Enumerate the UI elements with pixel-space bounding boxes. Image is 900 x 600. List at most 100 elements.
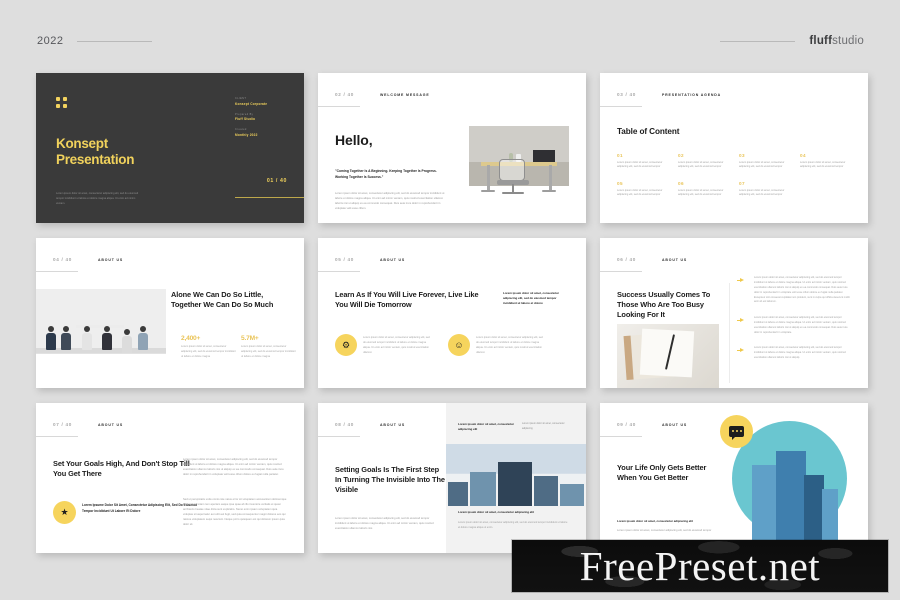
toc-item[interactable]: 06 Lorem ipsum dolor sit amet, consectet…: [678, 181, 731, 198]
person-shape: [61, 326, 71, 350]
stat-desc: Lorem ipsum dolor sit amet, consectetur …: [181, 345, 236, 358]
person-shape: [138, 326, 148, 350]
feature-text: Lorem ipsum dolor sit amet, consectetur …: [363, 336, 430, 354]
slide-thumbnail-09[interactable]: 09 / 40 ABOUT US Your Life Only Gets Bet…: [600, 403, 868, 553]
briefcase-icon: ⚙: [335, 334, 357, 356]
slide-page-number: 02 / 40: [335, 92, 354, 97]
slide-thumbnail-08[interactable]: Lorem ipsum dolor sit amet, consectetur …: [318, 403, 586, 553]
toc-number: 02: [678, 153, 684, 158]
slide-thumbnail-07[interactable]: 07 / 40 ABOUT US Set Your Goals High, An…: [36, 403, 304, 553]
people-glyph: ☺: [454, 339, 464, 350]
slide-page-number: 01 / 40: [266, 178, 287, 184]
header-left-rule: [77, 40, 153, 42]
slide-thumbnail-01[interactable]: Konsept Presentation Lorem ipsum dolor s…: [36, 73, 304, 223]
slide-page-number: 08 / 40: [335, 422, 354, 427]
slide-grid: Konsept Presentation Lorem ipsum dolor s…: [36, 73, 868, 553]
header-year: 2022: [37, 35, 64, 47]
building-shape: [560, 484, 584, 506]
slide-section-tag: PRESENTATION AGENDA: [662, 92, 722, 97]
person-shape: [82, 326, 92, 350]
chair-base-shape: [502, 192, 524, 194]
slide-page-number: 03 / 40: [617, 92, 636, 97]
stat-item: 5.7M+ Lorem ipsum dolor sit amet, consec…: [241, 335, 297, 359]
meta-key: Prepared By: [235, 112, 254, 116]
slide-thumbnail-03[interactable]: 03 / 40 PRESENTATION AGENDA Table of Con…: [600, 73, 868, 223]
slide-body: Lorem ipsum dolor sit amet, consectetur …: [335, 517, 434, 530]
slide-body: Lorem ipsum dolor sit amet, consectetur …: [335, 192, 445, 210]
meta-key: CLIENT: [235, 97, 247, 100]
slide-thumbnail-06[interactable]: 06 / 40 ABOUT US Success Usually Comes T…: [600, 238, 868, 388]
briefcase-glyph: ⚙: [341, 339, 351, 350]
notepad-shape: [639, 328, 695, 378]
toc-text: Lorem ipsum dolor sit amet, consectetur …: [800, 160, 846, 169]
pin-glyph: ★: [60, 507, 69, 517]
header-bar: 2022 fluffstudio: [0, 28, 900, 54]
toc-text: Lorem ipsum dolor sit amet, consectetur …: [739, 188, 785, 197]
meta-value: Konsept Corporate: [235, 101, 268, 106]
desk-leg-shape: [549, 165, 552, 191]
meta-value: Fluff Studio: [235, 117, 256, 121]
toc-text: Lorem ipsum dolor sit amet, consectetur …: [678, 160, 724, 169]
toc-item[interactable]: 01 Lorem ipsum dolor sit amet, consectet…: [617, 153, 670, 170]
toc-text: Lorem ipsum dolor sit amet, consectetur …: [739, 160, 785, 169]
brand-rest: studio: [832, 35, 864, 47]
building-photo: [446, 444, 586, 506]
slide-section-tag: WELCOME MESSAGE: [380, 92, 430, 97]
bullet-text: Lorem ipsum dolor sit amet, consectetur …: [754, 276, 850, 304]
toc-number: 01: [617, 153, 623, 158]
photo-caption-bottom: Lorem ipsum dolor sit amet, consectetur …: [458, 510, 534, 514]
slide-rule: [318, 436, 360, 437]
slide-page-number: 05 / 40: [335, 257, 354, 262]
photo-caption-body: Lorem ipsum dolor sit amet, consectetur …: [458, 521, 568, 529]
chat-bubble-icon: [720, 415, 753, 448]
toc-item[interactable]: 04 Lorem ipsum dolor sit amet, consectet…: [800, 153, 853, 170]
person-shape: [46, 326, 56, 350]
toc-item[interactable]: 07 Lorem ipsum dolor sit amet, consectet…: [739, 181, 792, 198]
toc-number: 04: [800, 153, 806, 158]
feature-text: Lorem ipsum dolor sit amet, consectetur …: [476, 336, 543, 354]
stat-desc: Lorem ipsum dolor sit amet, consectetur …: [241, 345, 296, 358]
slide-title: Your Life Only Gets Better When You Get …: [617, 463, 707, 482]
photo-caption-side: Lorem ipsum dolor sit amet, consectetur …: [522, 422, 565, 430]
toc-item[interactable]: 05 Lorem ipsum dolor sit amet, consectet…: [617, 181, 670, 198]
slide-title: Learn As If You Will Live Forever, Live …: [335, 290, 479, 309]
slide-rule: [36, 436, 78, 437]
watermark-text: FreePreset.net: [579, 543, 821, 589]
pin-icon: ★: [53, 501, 76, 524]
slide-thumbnail-05[interactable]: 05 / 40 ABOUT US Learn As If You Will Li…: [318, 238, 586, 388]
slide-title: Table of Content: [617, 127, 680, 136]
slide-rule: [318, 106, 360, 107]
slide-section-tag: ABOUT US: [98, 257, 124, 262]
slide-rule: [600, 436, 642, 437]
slide-rule: [600, 106, 642, 107]
toc-item[interactable]: 03 Lorem ipsum dolor sit amet, consectet…: [739, 153, 792, 170]
slide-section-tag: ABOUT US: [662, 257, 688, 262]
slide-rule: [36, 271, 78, 272]
brand-wrap: fluffstudio: [720, 35, 864, 47]
cover-accent-rule: [235, 197, 304, 198]
cover-subtitle: Lorem ipsum dolor sit amet, consectetur …: [56, 192, 139, 206]
photo-caption-top: Lorem ipsum dolor sit amet, consectetur …: [458, 422, 514, 432]
slide-thumbnail-04[interactable]: 04 / 40 ABOUT US Alone We Can Do So Litt…: [36, 238, 304, 388]
meta-key: Created: [235, 128, 247, 131]
toc-text: Lorem ipsum dolor sit amet, consectetur …: [617, 160, 663, 169]
slide-divider: [729, 283, 730, 383]
building-shape: [448, 482, 468, 506]
slide-section-tag: ABOUT US: [380, 422, 406, 427]
slide-body-secondary: Sed ut perspiciatis unde omnis iste natu…: [183, 498, 287, 526]
desk-foot-shape: [542, 190, 556, 192]
person-shape: [102, 326, 112, 350]
toc-number: 05: [617, 181, 623, 187]
stat-value: 2,400+: [181, 335, 201, 342]
desk-leg-shape: [487, 165, 490, 191]
slide-page-number: 09 / 40: [617, 422, 636, 427]
tower-shape: [804, 475, 824, 541]
header-right-rule: [720, 40, 796, 42]
toc-item[interactable]: 02 Lorem ipsum dolor sit amet, consectet…: [678, 153, 731, 170]
slide-title: Set Your Goals High, And Don't Stop Till…: [53, 459, 190, 478]
stat-item: 2,400+ Lorem ipsum dolor sit amet, conse…: [181, 335, 237, 359]
slide-thumbnail-02[interactable]: 02 / 40 WELCOME MESSAGE Hello, "Coming T…: [318, 73, 586, 223]
chair-back-shape: [499, 159, 525, 181]
office-desk-photo: [469, 126, 569, 206]
slide-page-number: 04 / 40: [53, 257, 72, 262]
